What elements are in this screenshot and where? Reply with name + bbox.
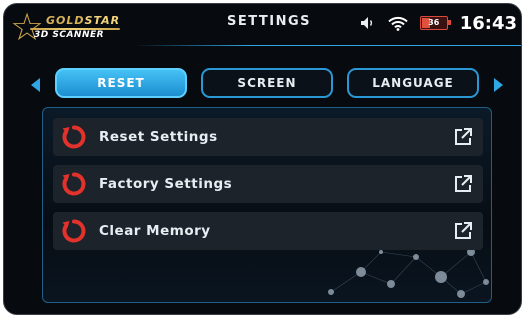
tab-next-arrow-icon[interactable] — [494, 78, 503, 92]
list-item-factory-settings[interactable]: Factory Settings — [53, 165, 483, 203]
clock: 16:43 — [459, 12, 517, 34]
item-label: Clear Memory — [99, 223, 211, 239]
open-external-icon[interactable] — [453, 174, 473, 194]
tab-language[interactable]: LANGUAGE — [347, 68, 479, 98]
device-screen: ☆ GOLDSTAR 3D SCANNER SETTINGS 36 16:43 … — [3, 3, 522, 315]
tab-prev-arrow-icon[interactable] — [31, 78, 40, 92]
tab-screen[interactable]: SCREEN — [201, 68, 333, 98]
open-external-icon[interactable] — [453, 127, 473, 147]
reset-icon — [62, 219, 86, 243]
item-label: Factory Settings — [99, 176, 233, 192]
reset-icon — [62, 172, 86, 196]
battery-icon: 36 — [419, 16, 451, 30]
star-icon: ☆ — [10, 5, 45, 49]
wifi-icon[interactable] — [388, 16, 408, 31]
top-bar: ☆ GOLDSTAR 3D SCANNER SETTINGS 36 16:43 — [4, 4, 521, 46]
logo: ☆ GOLDSTAR 3D SCANNER — [10, 8, 128, 50]
status-bar: 36 16:43 — [360, 10, 517, 36]
list-item-reset-settings[interactable]: Reset Settings — [53, 118, 483, 156]
reset-icon — [62, 125, 86, 149]
open-external-icon[interactable] — [453, 221, 473, 241]
item-label: Reset Settings — [99, 129, 218, 145]
tab-bar: RESET SCREEN LANGUAGE — [4, 68, 521, 104]
page-title: SETTINGS — [226, 14, 312, 29]
tab-reset[interactable]: RESET — [55, 68, 187, 98]
logo-brand: GOLDSTAR — [46, 14, 121, 27]
header-divider — [134, 45, 521, 46]
settings-panel: Reset Settings Factory Settings Clear Me… — [42, 107, 492, 303]
battery-percent: 36 — [428, 18, 440, 27]
list-item-clear-memory[interactable]: Clear Memory — [53, 212, 483, 250]
logo-subtitle: 3D SCANNER — [34, 30, 105, 40]
speaker-icon[interactable] — [360, 16, 376, 30]
